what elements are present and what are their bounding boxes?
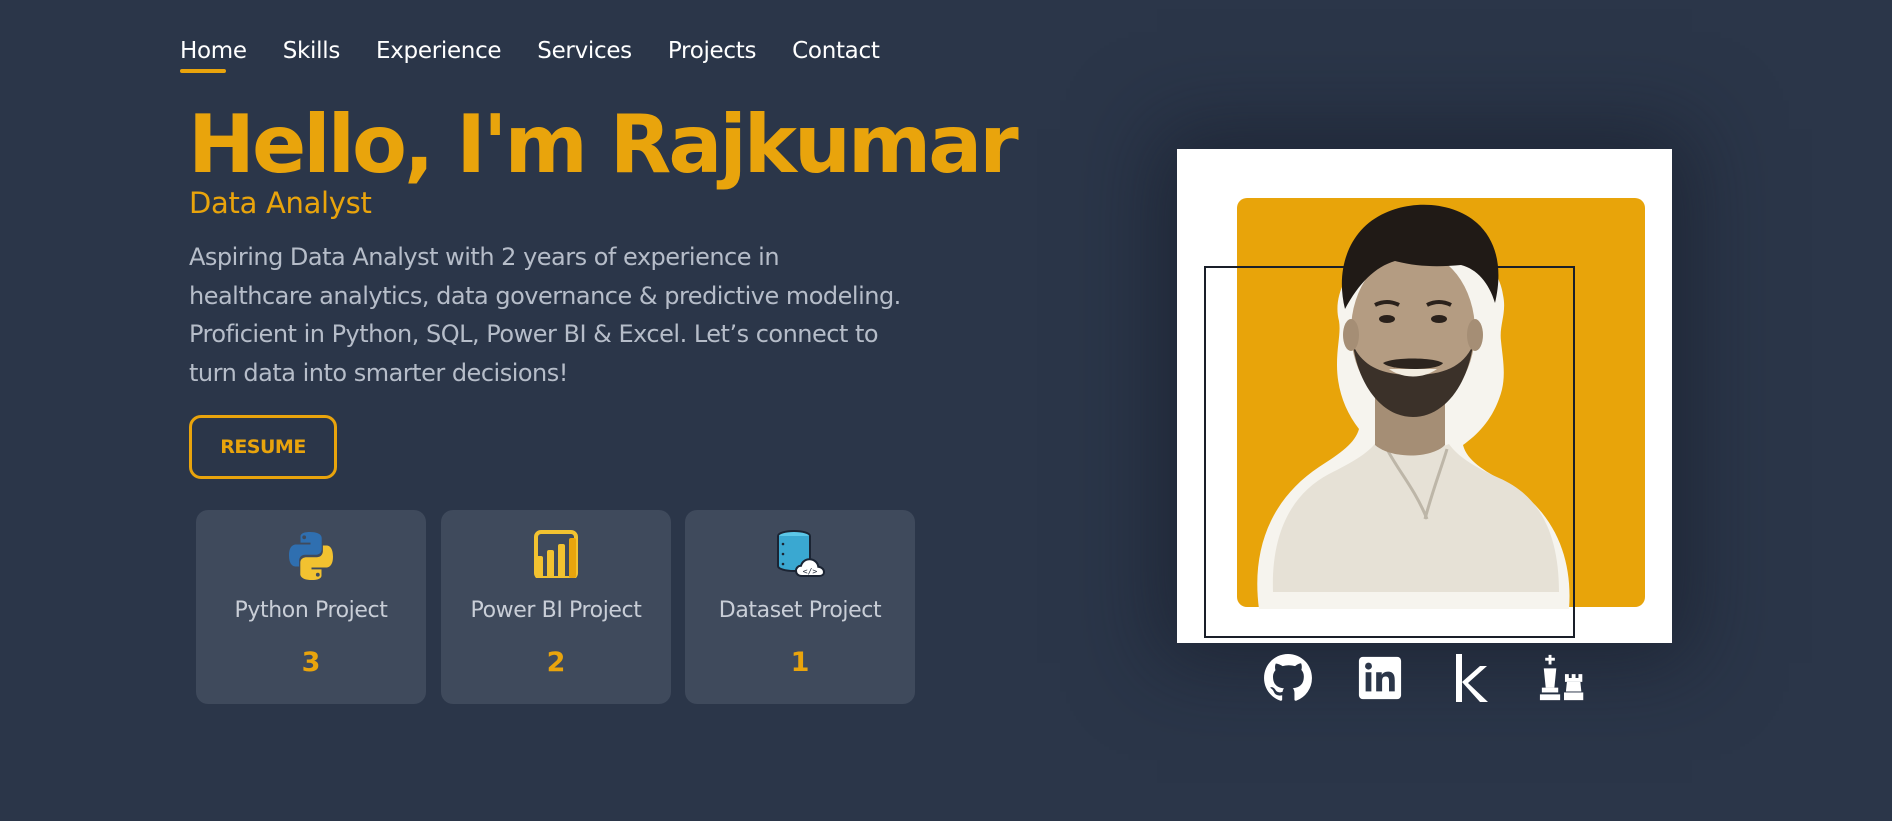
svg-text:</>: </> <box>803 567 818 576</box>
stat-count: 2 <box>546 647 566 678</box>
profile-photo <box>1177 149 1672 643</box>
power-bi-icon <box>528 528 584 584</box>
nav-skills[interactable]: Skills <box>283 38 341 64</box>
stat-count: 1 <box>790 647 810 678</box>
python-icon <box>283 528 339 584</box>
nav-projects[interactable]: Projects <box>668 38 757 64</box>
nav-home[interactable]: Home <box>180 38 247 73</box>
database-icon: </> <box>772 528 828 584</box>
hero-role: Data Analyst <box>189 186 372 220</box>
stat-label: Python Project <box>234 598 388 623</box>
stat-label: Dataset Project <box>718 598 882 623</box>
stat-card-dataset[interactable]: </> Dataset Project 1 <box>685 510 915 704</box>
nav-contact[interactable]: Contact <box>792 38 880 64</box>
hero-description: Aspiring Data Analyst with 2 years of ex… <box>189 243 901 387</box>
kaggle-icon[interactable] <box>1446 652 1498 704</box>
main-nav: Home Skills Experience Services Projects… <box>180 38 880 73</box>
social-links <box>1262 652 1590 704</box>
nav-experience[interactable]: Experience <box>376 38 502 64</box>
chess-icon[interactable] <box>1538 652 1590 704</box>
resume-button[interactable]: RESUME <box>189 415 337 479</box>
stat-card-python[interactable]: Python Project 3 <box>196 510 426 704</box>
github-icon[interactable] <box>1262 652 1314 704</box>
stat-card-power-bi[interactable]: Power BI Project 2 <box>441 510 671 704</box>
nav-services[interactable]: Services <box>537 38 632 64</box>
hero-title: Hello, I'm Rajkumar <box>188 98 1019 191</box>
linkedin-icon[interactable] <box>1354 652 1406 704</box>
stat-count: 3 <box>301 647 321 678</box>
stat-label: Power BI Project <box>470 598 642 623</box>
